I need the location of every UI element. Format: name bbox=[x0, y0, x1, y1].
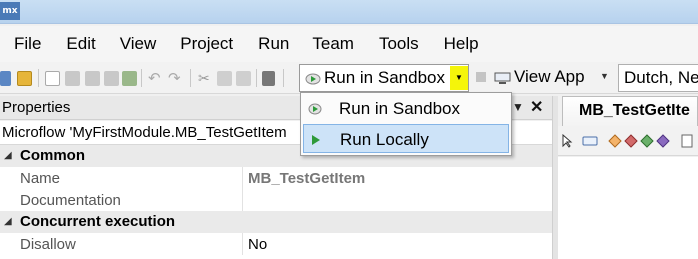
property-name: Documentation bbox=[20, 192, 121, 209]
undo-icon[interactable]: ↶ bbox=[148, 71, 163, 86]
new-document-icon[interactable] bbox=[45, 71, 60, 86]
mendix-logo-icon: mx bbox=[0, 2, 20, 20]
column-divider bbox=[242, 189, 243, 211]
property-name: Disallow bbox=[20, 236, 76, 253]
category-row[interactable]: ◢ Concurrent execution bbox=[0, 211, 552, 233]
category-label: Common bbox=[20, 147, 85, 164]
menu-file[interactable]: File bbox=[14, 30, 41, 58]
properties-subject: Microflow 'MyFirstModule.MB_TestGetItem bbox=[2, 124, 287, 141]
pin-icon[interactable]: ▼ bbox=[512, 100, 524, 114]
play-icon bbox=[312, 135, 320, 145]
toolbar-divider bbox=[141, 69, 142, 87]
run-mode-dropdown[interactable]: Run in Sandbox ▼ bbox=[299, 64, 469, 92]
chevron-down-icon[interactable]: ▼ bbox=[600, 71, 609, 81]
split-icon[interactable] bbox=[640, 134, 654, 148]
decision-icon[interactable] bbox=[608, 134, 622, 148]
property-name: Name bbox=[20, 170, 61, 187]
cloud-run-icon bbox=[308, 103, 322, 115]
language-selector[interactable]: Dutch, Ne bbox=[618, 64, 698, 92]
print-icon[interactable] bbox=[104, 71, 119, 86]
property-row[interactable]: Documentation bbox=[0, 189, 552, 211]
menu-project[interactable]: Project bbox=[180, 30, 233, 58]
view-app-button[interactable]: View App ▼ bbox=[492, 64, 616, 92]
property-row[interactable]: Disallow No bbox=[0, 233, 552, 255]
run-mode-label: Run in Sandbox bbox=[324, 68, 445, 87]
toolbar-divider bbox=[283, 69, 284, 87]
copy-icon[interactable] bbox=[217, 71, 232, 86]
property-row[interactable]: Name MB_TestGetItem bbox=[0, 167, 552, 189]
cut-icon[interactable]: ✂ bbox=[198, 71, 213, 86]
menu-help[interactable]: Help bbox=[444, 30, 479, 58]
menu-view[interactable]: View bbox=[120, 30, 157, 58]
new-project-icon[interactable] bbox=[0, 71, 11, 86]
find-icon[interactable] bbox=[262, 71, 275, 86]
redo-icon[interactable]: ↷ bbox=[168, 71, 183, 86]
menu-item-label: Run in Sandbox bbox=[339, 99, 460, 118]
monitor-icon bbox=[494, 72, 511, 84]
properties-title: Properties bbox=[2, 99, 71, 116]
editor-tab-label: MB_TestGetIte bbox=[579, 102, 690, 119]
microflow-toolbar bbox=[558, 126, 698, 156]
property-value[interactable]: No bbox=[248, 236, 267, 253]
export-icon[interactable] bbox=[122, 71, 137, 86]
language-label: Dutch, Ne bbox=[624, 68, 698, 87]
menu-item-run-in-sandbox[interactable]: Run in Sandbox bbox=[303, 94, 509, 123]
open-folder-icon[interactable] bbox=[17, 71, 32, 86]
editor-tab[interactable]: MB_TestGetIte bbox=[562, 96, 698, 126]
toolbar-divider bbox=[256, 69, 257, 87]
pointer-icon[interactable] bbox=[560, 134, 574, 148]
cloud-run-icon bbox=[305, 73, 321, 85]
microflow-canvas[interactable] bbox=[558, 157, 698, 259]
save-icon[interactable] bbox=[65, 71, 80, 86]
merge-icon[interactable] bbox=[624, 134, 638, 148]
title-bar: mx bbox=[0, 0, 698, 24]
annotation-icon[interactable] bbox=[680, 134, 694, 148]
stop-icon[interactable] bbox=[476, 72, 486, 82]
collapse-triangle-icon[interactable]: ◢ bbox=[4, 216, 12, 227]
property-grid: ◢ Common Name MB_TestGetItem Documentati… bbox=[0, 145, 552, 259]
menu-bar: File Edit View Project Run Team Tools He… bbox=[0, 26, 698, 62]
paste-icon[interactable] bbox=[236, 71, 251, 86]
loop-icon[interactable] bbox=[656, 134, 670, 148]
menu-tools[interactable]: Tools bbox=[379, 30, 419, 58]
property-value[interactable]: MB_TestGetItem bbox=[248, 170, 365, 187]
toolbar-divider bbox=[190, 69, 191, 87]
column-divider bbox=[242, 233, 243, 255]
menu-run[interactable]: Run bbox=[258, 30, 289, 58]
menu-item-run-locally[interactable]: Run Locally bbox=[303, 124, 509, 153]
category-label: Concurrent execution bbox=[20, 213, 176, 230]
toolbar-divider bbox=[38, 69, 39, 87]
chevron-down-icon[interactable]: ▼ bbox=[450, 66, 468, 90]
column-divider bbox=[242, 167, 243, 189]
menu-item-label: Run Locally bbox=[340, 130, 429, 149]
activity-icon[interactable] bbox=[582, 134, 598, 148]
close-icon[interactable]: ✕ bbox=[530, 97, 543, 117]
save-all-icon[interactable] bbox=[85, 71, 100, 86]
collapse-triangle-icon[interactable]: ◢ bbox=[4, 150, 12, 161]
run-mode-menu: Run in Sandbox Run Locally bbox=[300, 92, 512, 156]
menu-edit[interactable]: Edit bbox=[66, 30, 95, 58]
menu-team[interactable]: Team bbox=[312, 30, 354, 58]
view-app-label: View App bbox=[514, 67, 585, 86]
